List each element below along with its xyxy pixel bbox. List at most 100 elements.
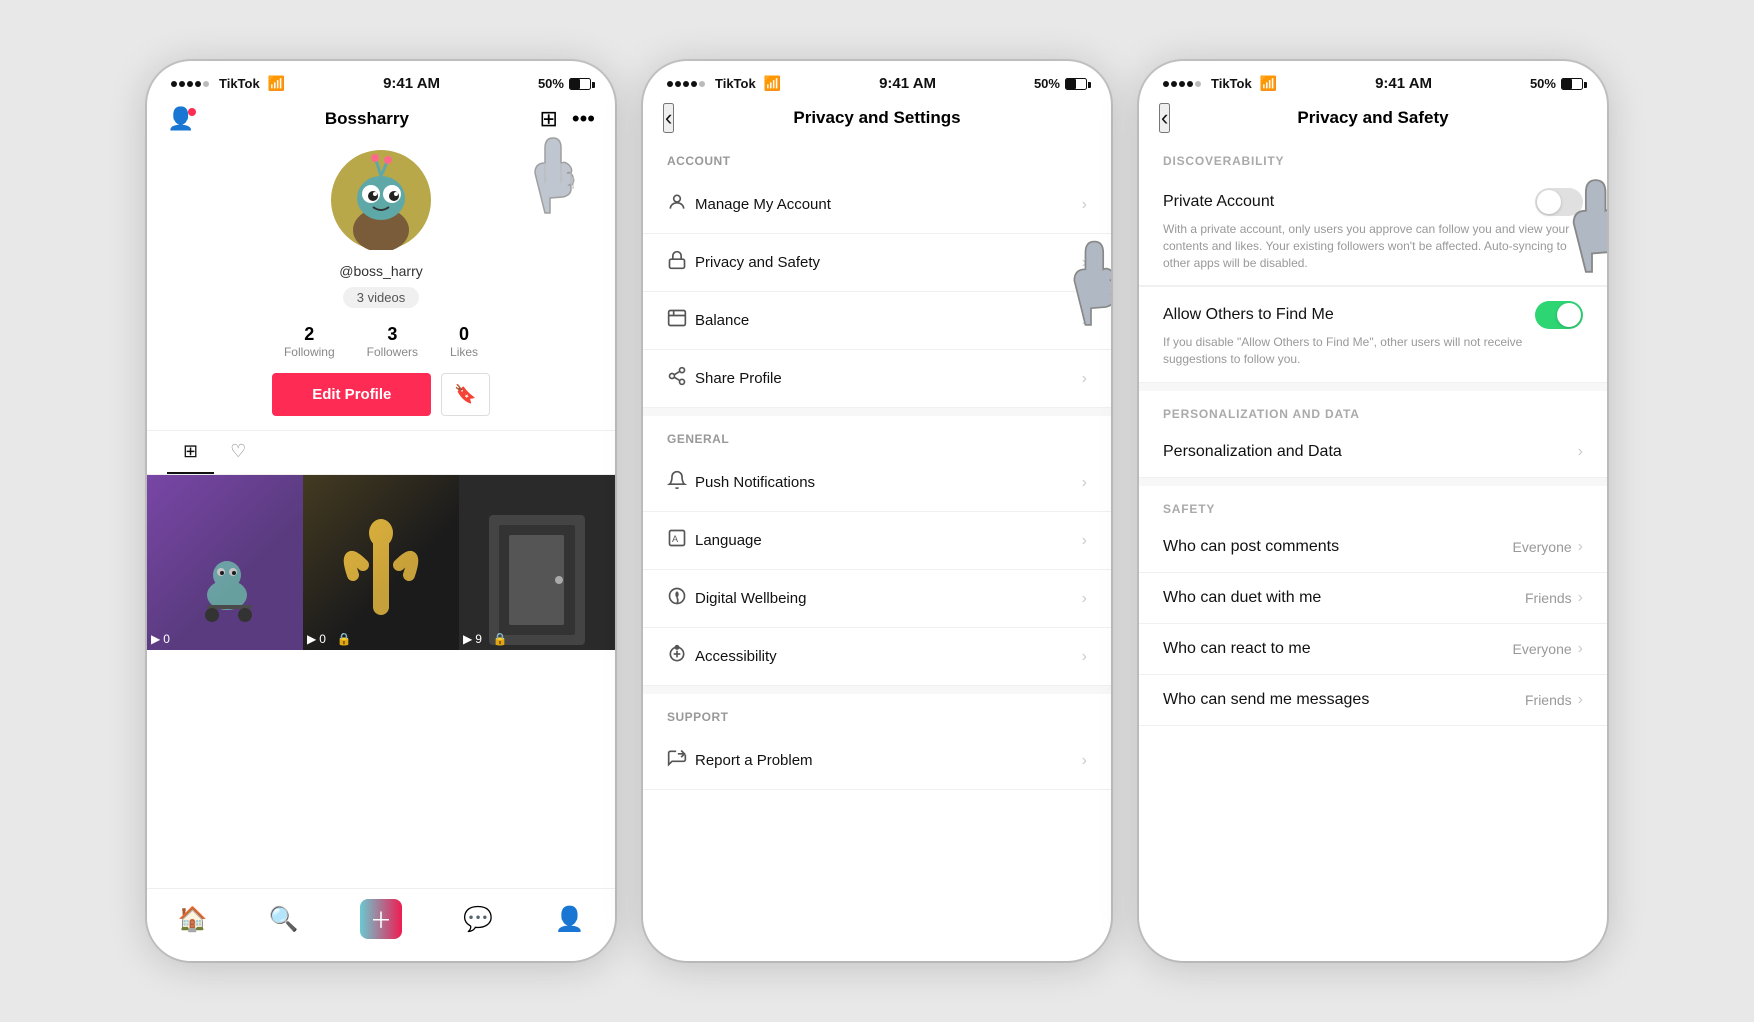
- chevron-icon: ›: [1578, 443, 1583, 461]
- signal-dot: [699, 81, 705, 87]
- action-btn-row: Edit Profile 🔖: [272, 373, 490, 416]
- wifi-icon: 📶: [268, 75, 285, 92]
- private-account-setting: Private Account With a private account, …: [1139, 174, 1607, 286]
- video-grid: ▶0 ▶0 🔒: [147, 475, 615, 888]
- privacy-title: Privacy and Safety: [1297, 108, 1448, 128]
- video-thumb-3[interactable]: ▶9 🔒: [459, 475, 615, 650]
- account-section-label: ACCOUNT: [643, 138, 1111, 176]
- divider-2: [643, 686, 1111, 694]
- menu-balance[interactable]: Balance ›: [643, 292, 1111, 350]
- who-can-comment-row[interactable]: Who can post comments Everyone ›: [1139, 522, 1607, 573]
- chevron-icon: ›: [1082, 312, 1087, 330]
- chevron-icon: ›: [1578, 589, 1583, 607]
- personalization-label: PERSONALIZATION AND DATA: [1139, 391, 1607, 427]
- menu-digital-wellbeing[interactable]: Digital Wellbeing ›: [643, 570, 1111, 628]
- privacy-safety-label: Privacy and Safety: [695, 254, 1082, 271]
- toggle-knob: [1537, 190, 1561, 214]
- chevron-icon: ›: [1082, 648, 1087, 666]
- safety-label: SAFETY: [1139, 486, 1607, 522]
- notifications-icon: [667, 470, 695, 495]
- tab-grid[interactable]: ⊞: [167, 431, 214, 474]
- time-label-2: 9:41 AM: [879, 75, 936, 92]
- carrier-label-3: TikTok: [1211, 76, 1252, 91]
- phone-privacy: TikTok 📶 9:41 AM 50% ‹ Privacy and Safet…: [1139, 61, 1607, 961]
- video-thumb-1[interactable]: ▶0: [147, 475, 303, 650]
- private-account-header: Private Account: [1163, 188, 1583, 216]
- profile-icon: 👤: [554, 905, 584, 934]
- general-section-label: GENERAL: [643, 416, 1111, 454]
- back-button-3[interactable]: ‹: [1159, 103, 1170, 133]
- private-account-desc: With a private account, only users you a…: [1163, 221, 1583, 271]
- video-thumb-2[interactable]: ▶0 🔒: [303, 475, 459, 650]
- privacy-nav-header: ‹ Privacy and Safety: [1139, 98, 1607, 138]
- nav-home[interactable]: 🏠: [178, 905, 208, 934]
- share-icon: [667, 366, 695, 391]
- back-button-2[interactable]: ‹: [663, 103, 674, 133]
- allow-find-desc: If you disable "Allow Others to Find Me"…: [1163, 334, 1583, 368]
- more-icon[interactable]: •••: [572, 106, 595, 132]
- chevron-icon: ›: [1578, 691, 1583, 709]
- signal-dot: [1163, 81, 1169, 87]
- svg-text:A: A: [672, 534, 679, 544]
- menu-accessibility[interactable]: Accessibility ›: [643, 628, 1111, 686]
- chevron-icon: ›: [1082, 752, 1087, 770]
- signal-dot: [1171, 81, 1177, 87]
- phone-settings: TikTok 📶 9:41 AM 50% ‹ Privacy and Setti…: [643, 61, 1111, 961]
- menu-push-notifications[interactable]: Push Notifications ›: [643, 454, 1111, 512]
- who-can-message-row[interactable]: Who can send me messages Friends ›: [1139, 675, 1607, 726]
- nav-profile[interactable]: 👤: [554, 905, 584, 934]
- qr-icon[interactable]: ⊞: [539, 106, 557, 132]
- who-can-react-row[interactable]: Who can react to me Everyone ›: [1139, 624, 1607, 675]
- menu-share-profile[interactable]: Share Profile ›: [643, 350, 1111, 408]
- personalization-data-row[interactable]: Personalization and Data ›: [1139, 427, 1607, 478]
- who-can-duet-value-group: Friends ›: [1525, 589, 1583, 607]
- menu-manage-account[interactable]: Manage My Account ›: [643, 176, 1111, 234]
- divider-p1: [1139, 383, 1607, 391]
- videos-badge: 3 videos: [343, 287, 419, 308]
- menu-report-problem[interactable]: Report a Problem ›: [643, 732, 1111, 790]
- menu-language[interactable]: A Language ›: [643, 512, 1111, 570]
- edit-profile-button[interactable]: Edit Profile: [272, 373, 431, 416]
- following-label: Following: [284, 345, 335, 359]
- video-views-2: ▶0 🔒: [307, 632, 352, 646]
- likes-label: Likes: [450, 345, 478, 359]
- nav-inbox[interactable]: 💬: [463, 905, 493, 934]
- bookmark-button[interactable]: 🔖: [441, 373, 489, 416]
- report-icon: [667, 748, 695, 773]
- who-can-duet-value: Friends: [1525, 590, 1572, 606]
- carrier-label: TikTok: [219, 76, 260, 91]
- private-account-toggle[interactable]: [1535, 188, 1583, 216]
- allow-find-setting: Allow Others to Find Me If you disable "…: [1139, 287, 1607, 383]
- status-bar-2: TikTok 📶 9:41 AM 50%: [643, 61, 1111, 98]
- allow-find-header: Allow Others to Find Me: [1163, 301, 1583, 329]
- signal-dot: [203, 81, 209, 87]
- chevron-icon: ›: [1082, 532, 1087, 550]
- personalization-data-label: Personalization and Data: [1163, 443, 1342, 461]
- wellbeing-icon: [667, 586, 695, 611]
- who-can-message-label: Who can send me messages: [1163, 691, 1369, 709]
- balance-icon: [667, 308, 695, 333]
- phone-profile: TikTok 📶 9:41 AM 50% 👤 Bossharry ⊞ •••: [147, 61, 615, 961]
- battery-label: 50%: [538, 76, 564, 91]
- who-can-message-value-group: Friends ›: [1525, 691, 1583, 709]
- settings-title: Privacy and Settings: [793, 108, 960, 128]
- support-section-label: SUPPORT: [643, 694, 1111, 732]
- likes-stat: 0 Likes: [450, 324, 478, 359]
- divider-1: [643, 408, 1111, 416]
- chevron-icon: ›: [1578, 640, 1583, 658]
- digital-wellbeing-label: Digital Wellbeing: [695, 590, 1082, 607]
- chevron-icon: ›: [1082, 254, 1087, 272]
- nav-search[interactable]: 🔍: [269, 905, 299, 934]
- signal-dot: [1195, 81, 1201, 87]
- allow-find-toggle[interactable]: [1535, 301, 1583, 329]
- create-icon: ＋: [360, 899, 402, 939]
- menu-privacy-safety[interactable]: Privacy and Safety ›: [643, 234, 1111, 292]
- search-icon: 🔍: [269, 905, 299, 934]
- who-can-duet-row[interactable]: Who can duet with me Friends ›: [1139, 573, 1607, 624]
- tab-liked[interactable]: ♡: [214, 431, 262, 474]
- wifi-icon-3: 📶: [1260, 75, 1277, 92]
- signal-dot: [1179, 81, 1185, 87]
- battery-icon: [569, 78, 591, 90]
- add-user-btn[interactable]: 👤: [167, 106, 194, 132]
- nav-create[interactable]: ＋: [360, 899, 402, 939]
